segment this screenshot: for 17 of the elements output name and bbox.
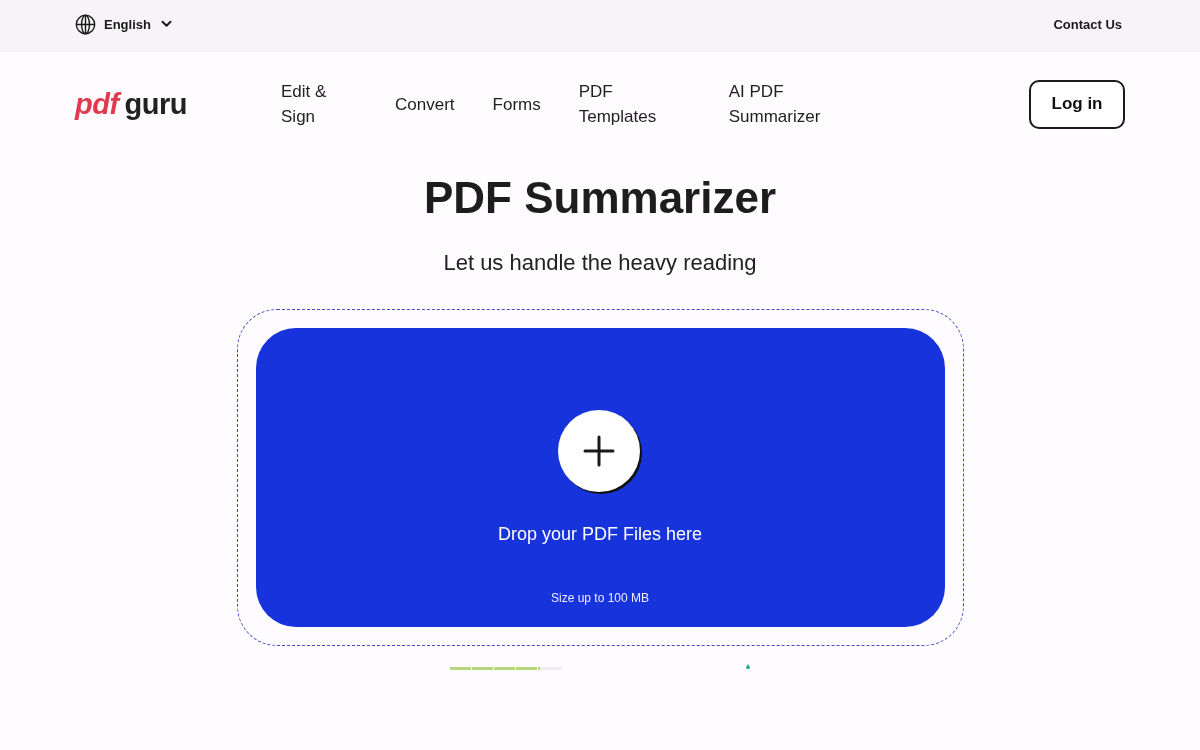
page-subtitle: Let us handle the heavy reading — [443, 249, 757, 277]
logo[interactable]: pdf guru — [75, 87, 188, 121]
nav-link[interactable]: PDF Templates — [578, 79, 691, 129]
language-selector[interactable]: English — [75, 13, 172, 35]
size-note: Size up to 100 MB — [550, 590, 650, 606]
add-file-icon[interactable] — [557, 409, 643, 495]
chevron-down-icon — [160, 20, 172, 28]
login-button[interactable]: Log in — [1029, 79, 1125, 129]
nav-link[interactable]: Convert — [395, 91, 455, 117]
page-title: PDF Summarizer — [423, 172, 777, 224]
nav-link[interactable]: AI PDF Summarizer — [728, 79, 839, 129]
file-drop-zone[interactable]: Drop your PDF Files here Size up to 100 MB — [255, 328, 945, 627]
nav-link[interactable]: Edit & Sign — [281, 79, 358, 129]
contact-link[interactable]: Contact Us — [1053, 16, 1122, 32]
drop-prompt: Drop your PDF Files here — [497, 523, 703, 546]
globe-icon — [75, 13, 96, 35]
nav-link[interactable]: Forms — [492, 91, 541, 117]
